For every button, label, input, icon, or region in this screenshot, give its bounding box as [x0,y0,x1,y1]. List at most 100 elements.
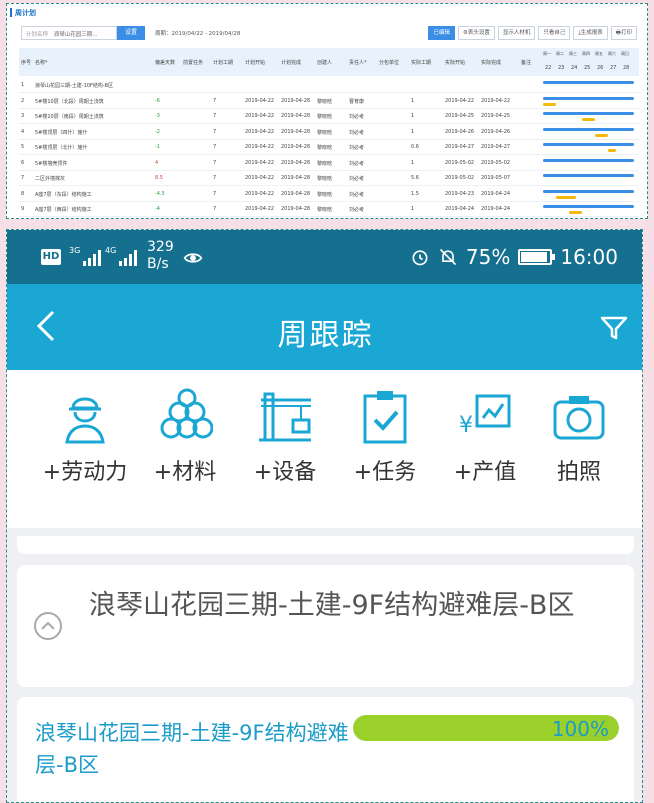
gantt-actual-bar [595,133,608,137]
table-cell: 2019-04-24 [481,206,511,212]
quick-action-label: +任务 [353,460,417,485]
table-cell: 7 [213,97,217,104]
print-button[interactable]: 🖶打印 [610,26,637,40]
group-card[interactable]: 浪琴山花园三期-土建-9F结构避难层-B区 [17,565,634,687]
add-output-value-button[interactable]: ¥ +产值 [435,388,535,486]
only-mine-button[interactable]: 只看自己 [538,26,571,40]
set-button[interactable]: 设置 [117,26,145,40]
gantt-plan-bar [543,158,634,162]
gantt-plan-bar [543,143,634,146]
table-cell: 2019-04-22 [245,190,275,197]
materials-icon [160,388,213,439]
add-labor-button[interactable]: +劳动力 [35,388,135,486]
table-cell: 3 [21,113,25,119]
column-header: 实际完成 [481,60,502,66]
gantt-actual-bar [543,102,556,106]
table-row[interactable]: 1 浪琴山花园三期-土建-10F结构-B区 [19,78,639,93]
table-cell: 0.6 [411,144,419,150]
table-cell: 黎晓晗 [317,114,333,120]
gantt-actual-bar [556,195,576,199]
table-cell: 1 [21,82,25,88]
header-settings-button[interactable]: ⚙表头设置 [457,26,495,40]
toolbar: 已编辑 ⚙表头设置 显示人材机 只看自己 ⤓生成报表 🖶打印 [428,26,637,40]
gantt-day: 25 [584,65,591,71]
table-cell: 2019-04-27 [445,144,475,150]
table-row[interactable]: 4 5#楼顶层（四什）施什 -2 7 2019-04-22 2019-04-28 黎晓晗 刘必… [19,125,639,140]
table-cell: 2019-04-22 [245,113,275,119]
table-row[interactable]: 2 5#楼10层（北段）周期土浇筑 -6 7 2019-04-22 2019-04-28 黎… [19,94,639,109]
table-cell: 5#楼墙壳顶件 [35,160,68,167]
table-cell: 2019-04-28 [281,206,311,212]
column-header: 前置任务 [183,60,204,66]
plan-filter-select[interactable]: 计划名称 浪琴山花园三期... [21,26,117,40]
network-speed-unit: B/s [147,256,169,272]
gantt-day: 24 [571,65,578,71]
table-cell: 2019-04-22 [445,97,475,104]
camera-icon [553,396,605,440]
add-task-button[interactable]: +任务 [335,388,435,486]
table-cell: -1 [155,144,160,150]
gantt-plan-bar [543,81,634,84]
table-cell: 4 [21,128,25,135]
table-cell: 1 [411,206,415,212]
filter-icon[interactable] [598,312,630,344]
gantt-day: 26 [597,65,604,71]
table-cell: 2019-04-22 [245,97,275,104]
gantt-weekday: 周五 [595,51,603,56]
collapse-chevron-icon[interactable] [33,611,63,641]
table-cell: 2019-04-22 [481,97,511,104]
battery-percent: 75% [465,245,511,269]
table-cell: 刘必考 [349,129,365,136]
generate-report-button[interactable]: ⤓生成报表 [573,26,608,40]
edited-button[interactable]: 已编辑 [428,26,455,40]
column-header: 名称* [35,60,48,66]
page-title: 周跟踪 [277,318,374,353]
gantt-plan-bar [543,174,634,177]
task-progress-bar: 100% [353,715,619,741]
take-photo-button[interactable]: 拍照 [529,388,629,486]
table-cell: 2019-04-22 [245,144,275,150]
table-cell: 2019-05-07 [481,175,511,181]
table-row[interactable]: 5 5#楼顶层（北什）施什 -1 7 2019-04-22 2019-04-28 黎晓晗 刘必… [19,140,639,155]
table-cell: 5#楼10层（北段）周期土浇筑 [35,98,104,105]
table-cell: 2019-05-02 [445,159,475,166]
battery-icon [518,249,556,265]
table-cell: 刘必考 [349,191,365,198]
show-resources-button[interactable]: 显示人材机 [497,26,536,40]
alarm-icon [412,250,428,266]
column-header: 责任人* [349,60,367,66]
plan-filter-value: 浪琴山花园三期... [53,32,98,38]
eye-icon [183,253,203,263]
gantt-weekday: 周三 [569,51,577,56]
table-cell: 5#楼10层（南段）周期土浇筑 [35,114,104,120]
table-row[interactable]: 8 A座7层（东段）结构施工 -4.5 7 2019-04-22 2019-04-28 黎晓… [19,187,639,202]
table-cell: 2019-04-24 [445,206,475,212]
table-row[interactable]: 7 二区外墙抹灰 8.5 7 2019-04-22 2019-04-28 黎晓晗 刘必考 5.6… [19,171,639,186]
table-cell: 刘必考 [349,114,365,120]
table-row[interactable]: 9 A座7层（西段）结构施工 -4 7 2019-04-22 2019-04-28 黎晓晗 刘… [19,202,639,217]
status-right: 75% 16:00 [410,245,618,269]
table-cell: 2019-04-26 [481,128,511,135]
table-cell: 7 [213,159,217,166]
table-cell: 2019-04-28 [281,113,311,119]
column-header: 计划开始 [245,60,266,66]
table-row[interactable]: 6 5#楼墙壳顶件 4 7 2019-04-22 2019-04-28 黎晓晗 刘必考 1 201… [19,156,639,171]
column-header: 计划工期 [213,60,234,66]
gantt-actual-bar [582,118,595,121]
signal-bars-icon [119,250,137,266]
task-card[interactable]: 浪琴山花园三期-土建-9F结构避难层-B区 100% [17,697,634,802]
table-cell: 7 [213,206,217,212]
table-cell: 7 [213,190,217,197]
table-cell: 2019-04-27 [481,144,511,150]
table-cell: 黎晓晗 [317,191,333,198]
add-material-button[interactable]: +材料 [135,388,235,486]
table-cell: 2019-04-25 [445,113,475,119]
gantt-plan-bar [543,189,634,193]
gantt-weekday: 周日 [621,51,629,56]
table-row[interactable]: 3 5#楼10层（南段）周期土浇筑 -3 7 2019-04-22 2019-04-28 黎… [19,109,639,124]
table-cell: 刘必考 [349,207,365,213]
add-equipment-button[interactable]: +设备 [235,388,335,486]
table-cell: 浪琴山花园三期-土建-10F结构-B区 [35,83,114,89]
table-cell: 黎晓晗 [317,160,333,167]
previous-card-edge [17,536,634,554]
